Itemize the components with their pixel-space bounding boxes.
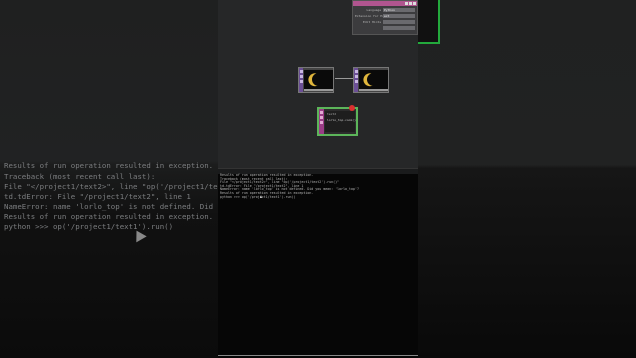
- textport-line: python >>> op('/project1/text1').run(): [220, 194, 296, 199]
- background-right-blur: [418, 0, 636, 358]
- node-viewer: [304, 70, 333, 89]
- operator-side-bar: [299, 68, 303, 92]
- close-icon[interactable]: [413, 2, 416, 5]
- bg-textport-line: Traceback (most recent call last):: [4, 172, 156, 181]
- network-editor[interactable]: Language Python Extension for Edit ext E…: [218, 0, 418, 168]
- node-wire: [335, 78, 353, 79]
- bg-textport-line: Results of run operation resulted in exc…: [4, 212, 214, 221]
- panel-button-icon[interactable]: [405, 2, 408, 5]
- param-field[interactable]: Python: [383, 7, 415, 12]
- parameter-panel: Language Python Extension for Edit ext E…: [352, 0, 418, 35]
- param-row: Extension for Edit ext: [353, 13, 417, 18]
- param-label: Language: [366, 7, 381, 12]
- moon-icon: [310, 71, 328, 89]
- param-field[interactable]: [383, 25, 415, 30]
- bg-textport-line: NameError: name 'lorlo_top' is not defin…: [4, 202, 218, 211]
- node-footer: [304, 89, 333, 91]
- param-row: [353, 25, 417, 30]
- bg-textport-line: File "</project1/text2>", line "op('/pro…: [4, 182, 218, 191]
- text-dat-node[interactable]: text2 lorlo_top.cook(): [317, 105, 358, 136]
- operator-side-bar: [319, 109, 324, 134]
- mouse-cursor-icon: [260, 195, 262, 198]
- param-label: Extension for Edit: [355, 13, 383, 18]
- param-row: Edit Hints: [353, 19, 417, 24]
- param-row: Language Python: [353, 7, 417, 12]
- node-viewer: [359, 70, 388, 89]
- parameter-panel-header: [353, 1, 417, 6]
- operator-side-bar: [354, 68, 358, 92]
- app-window: Language Python Extension for Edit ext E…: [218, 0, 418, 358]
- param-field[interactable]: [383, 19, 415, 24]
- moon-icon: [365, 71, 383, 89]
- param-label: Edit Hints: [362, 19, 381, 24]
- dat-code-text: lorlo_top.cook(): [327, 118, 356, 122]
- error-indicator-icon[interactable]: [349, 105, 355, 111]
- dat-node-body: text2 lorlo_top.cook(): [319, 109, 356, 134]
- param-field[interactable]: ext: [383, 13, 415, 18]
- dat-node-label: text2: [327, 112, 337, 116]
- panel-button-icon[interactable]: [409, 2, 412, 5]
- bg-node-fragment: [418, 0, 440, 44]
- bg-textport-line: python >>> op('/project1/text1').run(): [4, 222, 174, 231]
- bg-textport-line: td.tdError: File "/project1/text2", line…: [4, 192, 191, 201]
- bottom-edge-line: [218, 355, 418, 356]
- moon-top-node-2[interactable]: [353, 67, 389, 93]
- bg-textport-line: Results of run operation resulted in exc…: [4, 161, 214, 170]
- node-footer: [359, 89, 388, 91]
- moon-top-node-1[interactable]: [298, 67, 334, 93]
- background-left-blur: Results of run operation resulted in exc…: [0, 0, 218, 358]
- textport-console[interactable]: Results of run operation resulted in exc…: [218, 173, 418, 358]
